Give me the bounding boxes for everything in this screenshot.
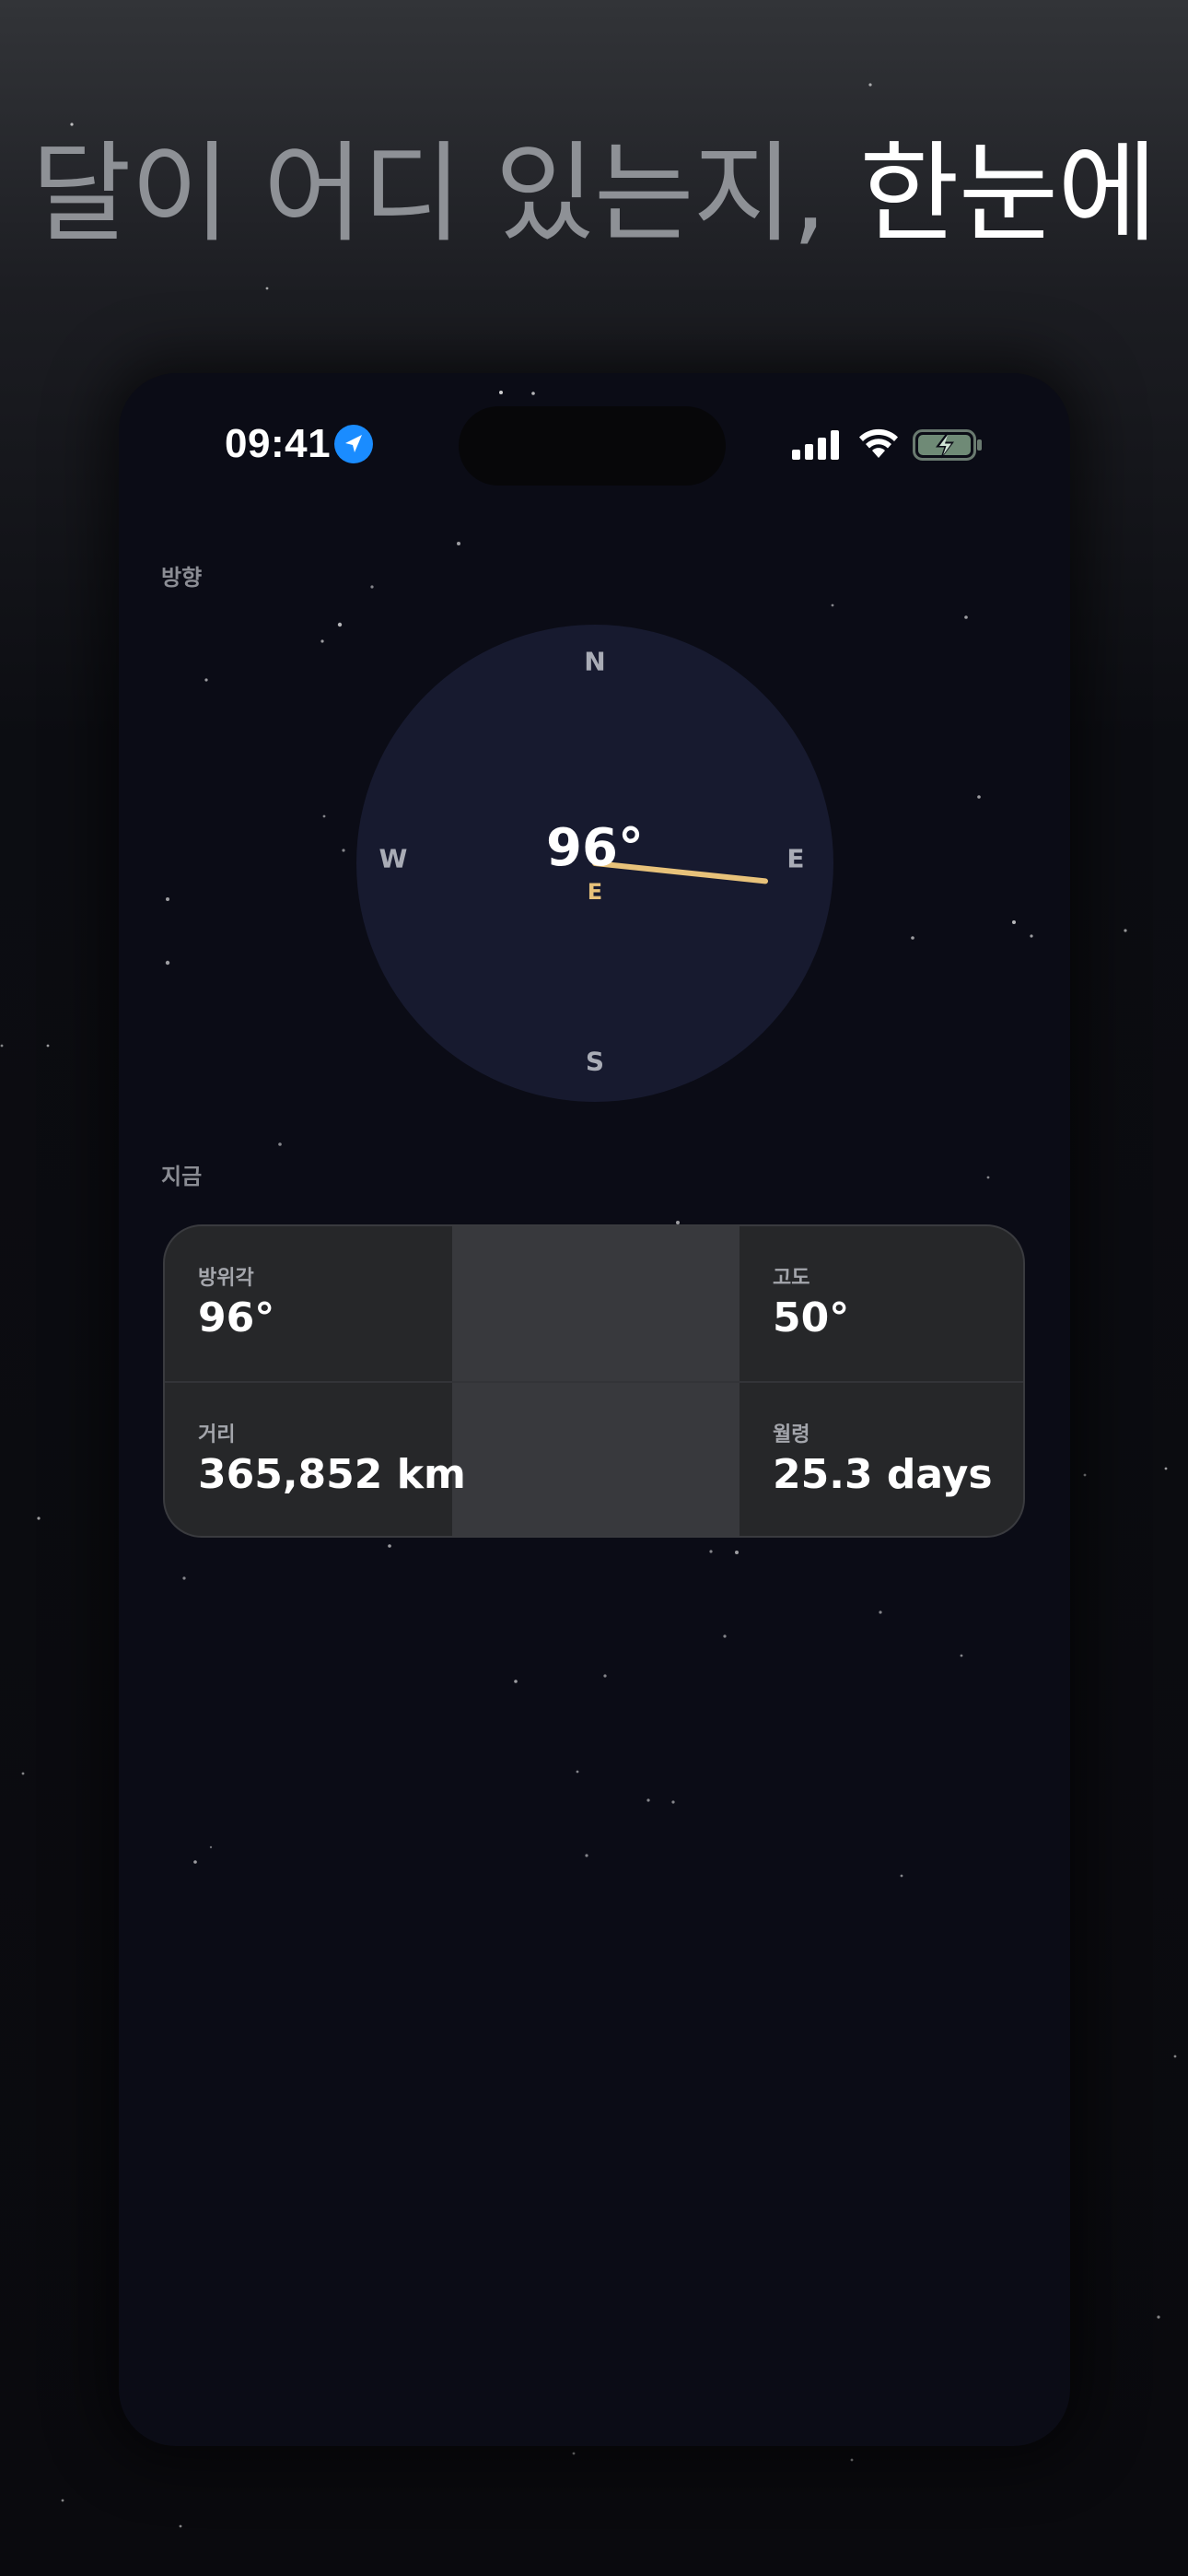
stat-label: 거리 bbox=[198, 1423, 236, 1446]
stat-value: 50° bbox=[773, 1294, 850, 1341]
stat-label: 월령 bbox=[773, 1423, 810, 1446]
compass: N E S W 96° E bbox=[356, 625, 833, 1102]
stat-value: 25.3 days bbox=[773, 1451, 993, 1498]
stat-distance: 거리 365,852 km bbox=[165, 1383, 466, 1536]
now-section-label: 지금 bbox=[161, 1164, 203, 1189]
stat-value: 365,852 km bbox=[198, 1451, 466, 1498]
stats-card: 방위각 96° 고도 50° 거리 365,852 km 월령 25.3 day… bbox=[163, 1224, 1025, 1538]
heading-direction: E bbox=[587, 879, 603, 905]
headline: 달이 어디 있는지, 한눈에 bbox=[0, 129, 1188, 258]
headline-bright-text: 한눈에 bbox=[859, 130, 1158, 257]
stat-label: 방위각 bbox=[198, 1267, 254, 1290]
stat-value: 96° bbox=[198, 1294, 275, 1341]
phone-screen: 09:41 방향 N E S W 96° E 지금 방위각 96° 고도 50°… bbox=[119, 373, 1070, 2446]
location-arrow-icon bbox=[334, 425, 373, 463]
heading-degrees: 96° bbox=[546, 818, 644, 878]
dynamic-island bbox=[459, 406, 726, 486]
wifi-icon bbox=[859, 428, 898, 458]
battery-charging-icon bbox=[913, 429, 982, 461]
stat-moon-age: 월령 25.3 days bbox=[740, 1383, 1023, 1536]
cellular-signal-icon bbox=[792, 430, 839, 460]
stat-label: 고도 bbox=[773, 1267, 810, 1290]
status-bar: 09:41 bbox=[119, 373, 1070, 521]
stat-azimuth: 방위각 96° bbox=[165, 1226, 452, 1383]
direction-section-label: 방향 bbox=[161, 565, 203, 591]
stat-altitude: 고도 50° bbox=[740, 1226, 1023, 1383]
headline-dim-text: 달이 어디 있는지, bbox=[31, 130, 860, 257]
status-time: 09:41 bbox=[225, 421, 332, 466]
